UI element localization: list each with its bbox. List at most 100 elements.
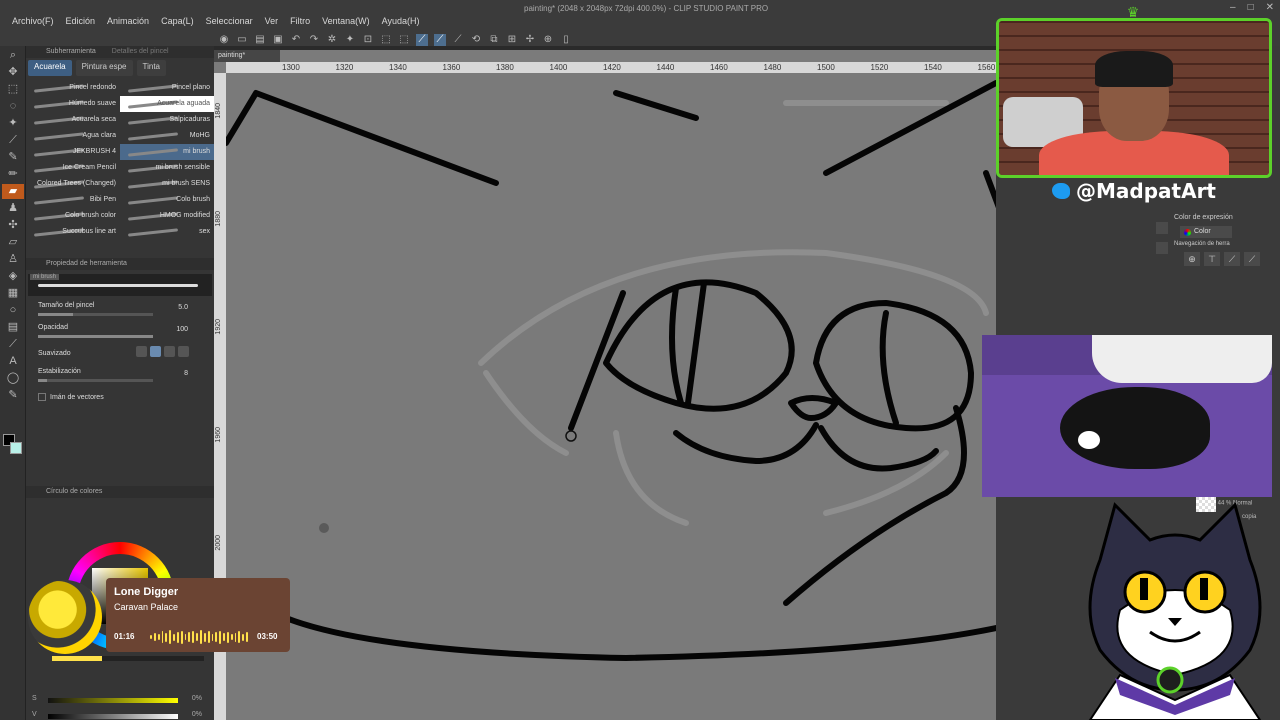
paint-icon[interactable]: ⊕ [542, 34, 554, 46]
brush-details-tab[interactable]: Detalles del pincel [112, 48, 169, 55]
brush-item[interactable]: Pincel plano [120, 80, 214, 96]
select-tool-icon[interactable]: ⬚ [2, 82, 24, 97]
brush-item[interactable]: Salpicaduras [120, 112, 214, 128]
menu-ayuda[interactable]: Ayuda(H) [376, 16, 426, 26]
snap-special-ruler-icon[interactable]: ⟋ [434, 34, 446, 46]
document-tab[interactable]: painting* [214, 50, 280, 62]
airbrush-tool-icon[interactable]: ♟ [2, 201, 24, 216]
brush-item[interactable]: Succubus line art [26, 224, 120, 240]
brush-size-value[interactable]: 5.0 [178, 304, 188, 311]
figure-tool-icon[interactable]: ○ [2, 303, 24, 318]
panel-side-icon[interactable] [1156, 242, 1168, 254]
smoothing-options[interactable] [136, 346, 189, 357]
brush-item[interactable]: mi brush sensible [120, 160, 214, 176]
redo-icon[interactable]: ↷ [308, 34, 320, 46]
opacity-slider[interactable] [38, 335, 153, 338]
snap-ruler-icon[interactable]: ⟋ [416, 34, 428, 46]
clip-studio-icon[interactable]: ◉ [218, 34, 230, 46]
color-slider[interactable]: S 0% [26, 692, 214, 708]
menu-filtro[interactable]: Filtro [284, 16, 316, 26]
new-file-icon[interactable]: ▭ [236, 34, 248, 46]
opacity-value[interactable]: 100 [176, 326, 188, 333]
menu-ver[interactable]: Ver [259, 16, 285, 26]
brush-item[interactable]: Acuarela aguada [120, 96, 214, 112]
move-tool-icon[interactable]: ✥ [2, 65, 24, 80]
gradient-tool-icon[interactable]: ▦ [2, 286, 24, 301]
blend-tool-icon[interactable]: ♙ [2, 252, 24, 267]
frame-tool-icon[interactable]: ▤ [2, 320, 24, 335]
menu-capa[interactable]: Capa(L) [155, 16, 200, 26]
panel-side-icon[interactable] [1156, 222, 1168, 234]
brush-item[interactable]: MoHG [120, 128, 214, 144]
menu-archivo[interactable]: Archivo(F) [6, 16, 60, 26]
brush-size-slider[interactable] [38, 313, 153, 316]
file-icon[interactable]: ▯ [560, 34, 572, 46]
brush-item[interactable]: Acuarela seca [26, 112, 120, 128]
ruler-tool-icon[interactable]: ⟋ [2, 337, 24, 352]
brush-item[interactable]: Colored Trees (Changed) [26, 176, 120, 192]
eraser-tool-icon[interactable]: ▱ [2, 235, 24, 250]
subtool-panel-title[interactable]: Subherramienta [46, 48, 96, 55]
snap-grid-icon[interactable]: ⟋ [452, 34, 464, 46]
correct-line-tool-icon[interactable]: ✎ [2, 388, 24, 403]
fill-icon[interactable]: ⊞ [506, 34, 518, 46]
nav-flip-icon[interactable]: ⊤ [1204, 252, 1220, 266]
vector-magnet-checkbox[interactable] [38, 393, 46, 401]
close-icon[interactable]: ✕ [1266, 2, 1274, 13]
minimize-icon[interactable]: – [1230, 2, 1236, 13]
brush-item[interactable]: JEKBRUSH 4 [26, 144, 120, 160]
color-mode-select[interactable]: Color [1180, 226, 1232, 238]
fill-tool-icon[interactable]: ◈ [2, 269, 24, 284]
brush-item-selected[interactable]: mi brush [120, 144, 214, 160]
balloon-tool-icon[interactable]: ◯ [2, 371, 24, 386]
color-slider[interactable]: V 0% [26, 708, 214, 720]
brush-item[interactable]: Colo brush color [26, 208, 120, 224]
brush-item[interactable]: sex [120, 224, 214, 240]
brush-item[interactable]: Bibi Pen [26, 192, 120, 208]
menu-edicion[interactable]: Edición [60, 16, 102, 26]
menu-seleccionar[interactable]: Seleccionar [200, 16, 259, 26]
magic-wand-tool-icon[interactable]: ✦ [2, 116, 24, 131]
pen-tool-icon[interactable]: ✎ [2, 150, 24, 165]
tab-tinta[interactable]: Tinta [136, 60, 166, 76]
stabilization-row[interactable]: Estabilización 8 [26, 366, 214, 388]
menu-ventana[interactable]: Ventana(W) [316, 16, 376, 26]
transform-icon[interactable]: ⊡ [362, 34, 374, 46]
brush-item[interactable]: Ice Cream Pencil [26, 160, 120, 176]
nav-rotate-icon[interactable]: ⟋ [1224, 252, 1240, 266]
canvas-artwork[interactable] [226, 73, 996, 720]
opacity-row[interactable]: Opacidad 100 [26, 322, 214, 344]
decoration-tool-icon[interactable]: ✣ [2, 218, 24, 233]
menu-animacion[interactable]: Animación [101, 16, 155, 26]
background-color-swatch[interactable] [10, 442, 22, 454]
eyedropper-tool-icon[interactable]: ⟋ [2, 133, 24, 148]
lasso-tool-icon[interactable]: ◌ [2, 99, 24, 114]
stabilization-slider[interactable] [38, 379, 153, 382]
crop-icon[interactable]: ⧉ [488, 34, 500, 46]
brush-item[interactable]: mi brush SENS [120, 176, 214, 192]
eyedropper-icon[interactable]: ✢ [524, 34, 536, 46]
clear-icon[interactable]: ✦ [344, 34, 356, 46]
invert-selection-icon[interactable]: ⬚ [398, 34, 410, 46]
brush-item[interactable]: HMOG modified [120, 208, 214, 224]
text-tool-icon[interactable]: A [2, 354, 24, 369]
save-icon[interactable]: ▣ [272, 34, 284, 46]
nav-pen-icon[interactable]: ⟋ [1244, 252, 1260, 266]
nav-zoom-icon[interactable]: ⊕ [1184, 252, 1200, 266]
brush-item[interactable]: Agua clara [26, 128, 120, 144]
maximize-icon[interactable]: □ [1248, 2, 1254, 13]
vector-magnet-row[interactable]: Imán de vectores [26, 388, 214, 410]
pencil-tool-icon[interactable]: ✏ [2, 167, 24, 182]
brush-item[interactable]: Húmedo suave [26, 96, 120, 112]
brush-tool-icon[interactable]: ▰ [2, 184, 24, 199]
brush-size-row[interactable]: Tamaño del pincel 5.0 [26, 300, 214, 322]
zoom-tool-icon[interactable]: ⌕ [2, 48, 24, 63]
open-file-icon[interactable]: ▤ [254, 34, 266, 46]
deselect-icon[interactable]: ⬚ [380, 34, 392, 46]
rotate-icon[interactable]: ⟲ [470, 34, 482, 46]
tab-acuarela[interactable]: Acuarela [28, 60, 72, 76]
brush-item[interactable]: Colo brush [120, 192, 214, 208]
smoothing-row[interactable]: Suavizado [26, 344, 214, 366]
undo-icon[interactable]: ↶ [290, 34, 302, 46]
brush-item[interactable]: Pincel redondo [26, 80, 120, 96]
